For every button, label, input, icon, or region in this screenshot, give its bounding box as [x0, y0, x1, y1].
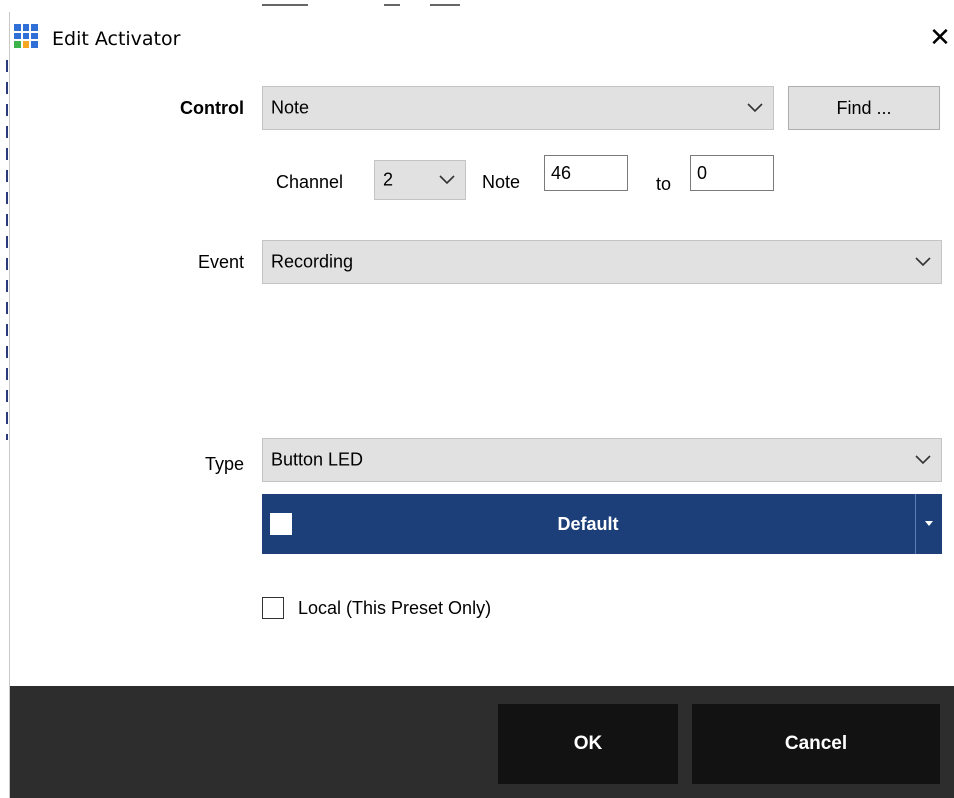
dialog-footer: OK Cancel — [10, 686, 954, 798]
cancel-button[interactable]: Cancel — [692, 704, 940, 784]
local-checkbox-label: Local (This Preset Only) — [298, 598, 492, 618]
app-grid-icon — [14, 24, 38, 48]
ok-button[interactable]: OK — [498, 704, 678, 784]
note-to-input[interactable]: 0 — [690, 155, 774, 191]
event-label: Event — [197, 252, 244, 272]
local-checkbox[interactable] — [262, 597, 284, 619]
type-dropdown[interactable]: Button LED — [262, 438, 942, 482]
event-dropdown[interactable]: Recording — [262, 240, 942, 284]
chevron-down-icon — [439, 175, 455, 185]
control-dropdown[interactable]: Note — [262, 86, 774, 130]
title-bar[interactable]: Edit Activator ✕ — [10, 12, 954, 62]
color-button-label: Default — [557, 514, 619, 534]
chevron-down-icon — [915, 455, 931, 465]
channel-label: Channel — [276, 172, 344, 192]
note-label: Note — [482, 172, 521, 192]
background-window-strip — [0, 0, 954, 12]
channel-value: 2 — [383, 169, 394, 190]
event-value: Recording — [271, 251, 354, 272]
window-title: Edit Activator — [52, 28, 181, 50]
type-value: Button LED — [271, 449, 364, 470]
type-label: Type — [204, 454, 244, 474]
background-mark — [262, 4, 308, 6]
background-mark — [384, 4, 400, 6]
control-label: Control — [180, 98, 244, 118]
find-button[interactable]: Find ... — [788, 86, 940, 130]
split-divider — [915, 494, 916, 554]
background-mark — [430, 4, 460, 6]
background-window-edge — [6, 60, 8, 440]
led-color-button[interactable]: Default — [262, 494, 942, 554]
chevron-down-icon — [915, 257, 931, 267]
close-icon[interactable]: ✕ — [926, 24, 954, 52]
to-label: to — [656, 174, 672, 194]
control-value: Note — [271, 97, 310, 118]
edit-activator-dialog: Edit Activator ✕ Control Note Find ... C… — [10, 12, 954, 798]
dropdown-arrow-icon[interactable] — [925, 521, 933, 526]
channel-dropdown[interactable]: 2 — [374, 160, 466, 200]
chevron-down-icon — [747, 103, 763, 113]
note-input[interactable]: 46 — [544, 155, 628, 191]
